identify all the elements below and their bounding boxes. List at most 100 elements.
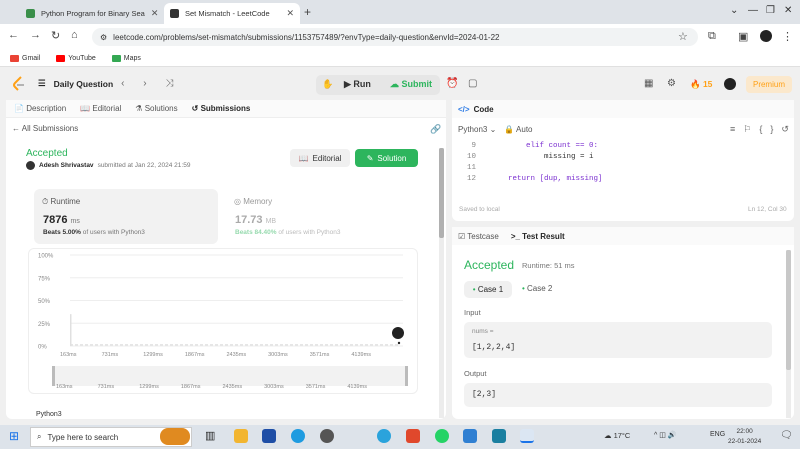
file-explorer-icon[interactable] xyxy=(234,429,248,443)
y-tick-label: 25% xyxy=(38,322,51,328)
submission-author: Adesh Shrivastav submitted at Jan 22, 20… xyxy=(26,161,190,170)
problem-list-icon[interactable]: ☰ xyxy=(38,78,46,89)
reload-icon[interactable]: ↻ xyxy=(51,29,60,42)
daily-question-title[interactable]: Daily Question xyxy=(54,79,114,89)
language-select[interactable]: Python3 ⌄ xyxy=(458,125,496,134)
auto-mode[interactable]: 🔒 Auto xyxy=(504,125,532,134)
close-tab-icon[interactable]: ✕ xyxy=(286,8,294,19)
saved-status: Saved to local xyxy=(459,206,500,213)
chart-bar xyxy=(115,344,118,346)
close-window-icon[interactable]: ✕ xyxy=(784,5,792,16)
tab-solutions[interactable]: ⚗ Solutions xyxy=(135,104,177,113)
bookmark-gmail[interactable]: Gmail xyxy=(10,54,40,62)
browser-tab-active[interactable]: Set Mismatch - LeetCode ✕ xyxy=(164,3,300,24)
code-line[interactable]: 10 missing = i xyxy=(456,153,594,161)
scroll-thumb[interactable] xyxy=(786,250,791,370)
app-icon[interactable] xyxy=(320,429,334,443)
scroll-thumb[interactable] xyxy=(439,148,444,238)
search-highlight-image[interactable] xyxy=(160,428,190,445)
left-scrollbar[interactable] xyxy=(439,148,444,418)
code-line[interactable]: 12 return [dup, missing] xyxy=(456,175,603,183)
chart-bar xyxy=(195,344,198,346)
chart-bar xyxy=(165,344,168,346)
tab-submissions[interactable]: ↺ Submissions xyxy=(192,104,251,113)
chevron-down-icon[interactable]: ⌄ xyxy=(730,5,738,16)
author-avatar[interactable] xyxy=(26,161,35,170)
author-name[interactable]: Adesh Shrivastav xyxy=(39,162,94,169)
premium-button[interactable]: Premium xyxy=(746,76,792,93)
submit-button[interactable]: ☁ Submit xyxy=(390,79,432,90)
streak-counter[interactable]: 🔥 15 xyxy=(690,79,712,90)
telegram-icon[interactable] xyxy=(377,429,391,443)
case-1-tab[interactable]: • Case 1 xyxy=(464,281,512,298)
browser-tab-inactive[interactable]: Python Program for Binary Sea ✕ xyxy=(20,3,160,24)
whatsapp-icon[interactable] xyxy=(435,429,449,443)
run-button[interactable]: ▶ Run xyxy=(344,79,371,90)
timer-icon[interactable]: ⏰ xyxy=(446,78,458,89)
sidebar-icon[interactable]: ▣ xyxy=(738,30,748,43)
chart-bar xyxy=(235,344,238,346)
code-line[interactable]: 9 elif count == 0: xyxy=(456,142,598,150)
chart-bar xyxy=(215,344,218,346)
daily-question-nav[interactable]: ☰ Daily Question ‹ › ⤨ xyxy=(38,78,181,89)
settings-gear-icon[interactable]: ⚙ xyxy=(667,78,676,89)
vscode-icon[interactable] xyxy=(463,429,477,443)
edge-icon[interactable] xyxy=(291,429,305,443)
home-icon[interactable]: ⌂ xyxy=(71,29,78,41)
tab-editorial[interactable]: 📖 Editorial xyxy=(80,104,121,113)
minimize-icon[interactable]: — xyxy=(748,5,758,16)
weather-widget[interactable]: ☁ 17°C xyxy=(604,431,630,440)
share-link-icon[interactable]: 🔗 xyxy=(430,124,441,135)
chart-bar xyxy=(110,344,113,346)
runtime-distribution-chart[interactable]: 100% 75% 50% 25% 0% 163ms 731ms 1299ms 1867ms 243… xyxy=(28,248,418,394)
forward-icon[interactable]: → xyxy=(30,29,41,41)
url-bar[interactable]: ⚙ leetcode.com/problems/set-mismatch/sub… xyxy=(92,28,698,46)
back-icon[interactable]: ← xyxy=(8,29,19,41)
close-tab-icon[interactable]: ✕ xyxy=(151,8,159,19)
taskbar-clock[interactable]: 22:00 22-01-2024 xyxy=(728,427,761,447)
layout-icon[interactable]: ▦ xyxy=(644,78,653,89)
all-submissions-link[interactable]: ← All Submissions xyxy=(12,124,78,133)
runtime-label: ⏱ Runtime xyxy=(42,197,81,206)
extensions-icon[interactable]: ⧉ xyxy=(708,30,716,43)
chrome-icon[interactable] xyxy=(520,429,534,443)
prev-next-shuffle-icons[interactable]: ‹ › ⤨ xyxy=(121,78,181,89)
tab-description[interactable]: 📄 Description xyxy=(14,104,66,113)
code-line[interactable]: 11 xyxy=(456,164,490,172)
profile-avatar[interactable] xyxy=(760,30,772,42)
bookmark-star-icon[interactable]: ☆ xyxy=(678,30,688,43)
tab-testcase[interactable]: ☑ Testcase xyxy=(458,232,499,241)
tab-title: Set Mismatch - LeetCode xyxy=(185,9,270,18)
y-tick-label: 100% xyxy=(38,254,54,260)
notes-icon[interactable]: ▢ xyxy=(468,78,477,89)
bookmark-maps[interactable]: Maps xyxy=(111,54,141,62)
leetcode-logo-icon[interactable] xyxy=(12,76,26,92)
system-tray-icons[interactable]: ^ ◫ 🔊 xyxy=(654,431,677,439)
debug-icon[interactable]: ✋ xyxy=(322,79,333,90)
tab-test-result[interactable]: >_ Test Result xyxy=(511,232,565,241)
editorial-button[interactable]: 📖 Editorial xyxy=(290,149,350,167)
submission-language: Python3 xyxy=(36,411,62,418)
menu-icon[interactable]: ⋮ xyxy=(782,30,793,43)
task-view-icon[interactable]: ▥ xyxy=(205,429,219,443)
windows-start-icon[interactable]: ⊞ xyxy=(9,429,19,443)
x-tick-label: 731ms xyxy=(102,352,119,358)
range-tick-label: 731ms xyxy=(98,384,115,390)
case-2-tab[interactable]: • Case 2 xyxy=(522,284,552,293)
memory-label[interactable]: ◎ Memory xyxy=(234,197,272,206)
solution-button[interactable]: ✎ Solution xyxy=(355,149,418,167)
brave-icon[interactable] xyxy=(406,429,420,443)
editor-tools-icons[interactable]: ≡⚐{}↺ xyxy=(730,124,797,135)
language-indicator[interactable]: ENG xyxy=(710,431,725,438)
app-icon[interactable] xyxy=(492,429,506,443)
new-tab-icon[interactable]: + xyxy=(304,5,311,19)
site-info-icon[interactable]: ⚙ xyxy=(100,33,107,42)
store-icon[interactable] xyxy=(262,429,276,443)
notifications-icon[interactable]: 🗨 xyxy=(780,430,793,441)
range-slider-handle-right xyxy=(405,366,408,386)
user-avatar[interactable] xyxy=(724,78,736,90)
range-tick-label: 3003ms xyxy=(264,384,284,390)
restore-icon[interactable]: ❐ xyxy=(766,5,775,16)
right-scrollbar[interactable] xyxy=(786,250,791,418)
bookmark-youtube[interactable]: YouTube xyxy=(56,54,96,62)
